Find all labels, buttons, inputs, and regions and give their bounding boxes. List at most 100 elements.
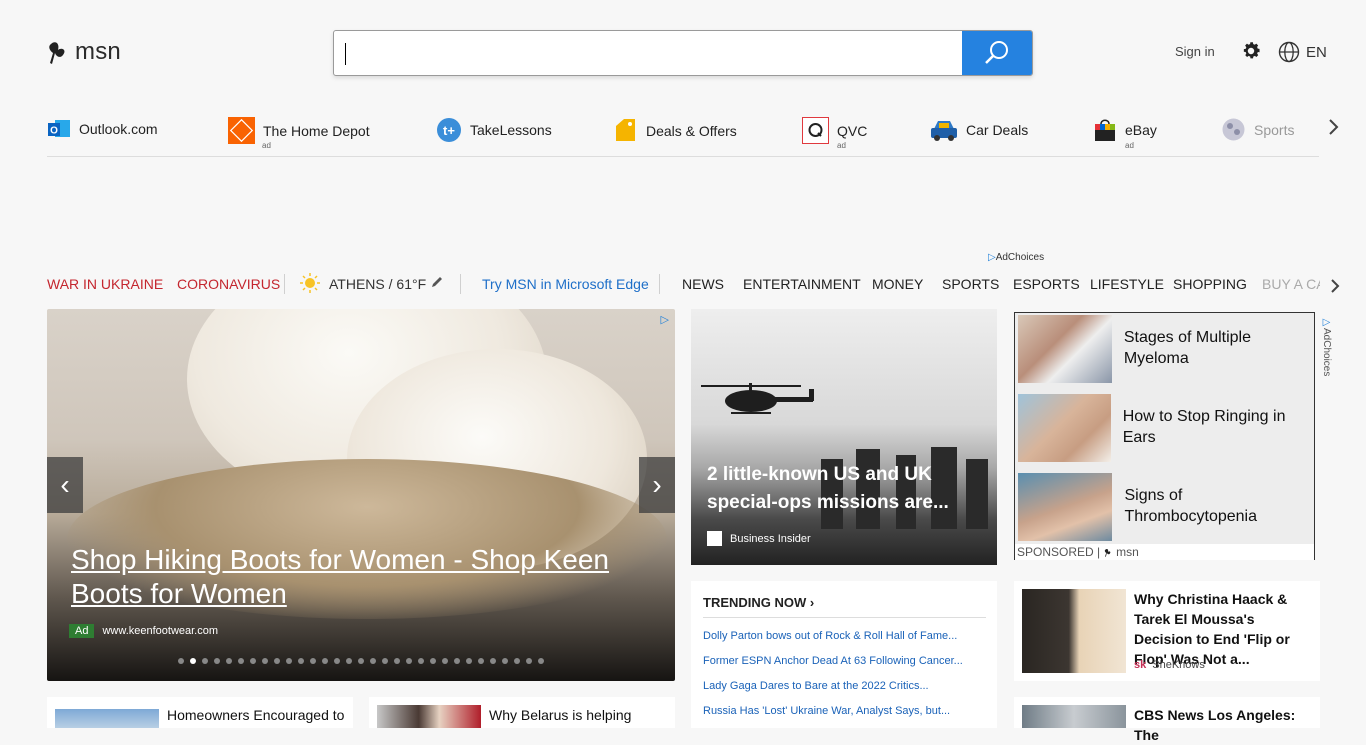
carousel-dot[interactable] [442,658,448,664]
soccer-ball-icon [1222,118,1245,141]
carousel-dot[interactable] [538,658,544,664]
carousel-dot[interactable] [394,658,400,664]
try-edge-link[interactable]: Try MSN in Microsoft Edge [482,276,649,292]
globe-icon [1278,41,1300,63]
nav-war-in-ukraine[interactable]: WAR IN UKRAINE [47,276,163,292]
story-card-homeowners[interactable]: Homeowners Encouraged to [47,697,353,728]
sign-in-link[interactable]: Sign in [1175,44,1215,59]
sponsored-brand: msn [1116,545,1139,559]
story-card-cbs-news[interactable]: CBS News Los Angeles: The [1014,697,1320,743]
hero-source-url: www.keenfootwear.com [102,625,219,637]
search-box[interactable] [333,30,1033,76]
carousel-dot[interactable] [202,658,208,664]
adchoices-vertical[interactable]: ▷AdChoices [1318,317,1332,379]
weather-location[interactable]: ATHENS / 61°F [329,276,426,292]
business-insider-logo [707,531,722,546]
nav-lifestyle[interactable]: LIFESTYLE [1090,276,1164,292]
nav-sports[interactable]: SPORTS [942,276,999,292]
story-card-flip-or-flop[interactable]: Why Christina Haack & Tarek El Moussa's … [1014,581,1320,681]
story-image [1022,705,1126,728]
story-title[interactable]: CBS News Los Angeles: The [1134,705,1316,745]
nav-buy-a-car[interactable]: BUY A CA [1262,276,1320,292]
quicklink-outlook[interactable]: O Outlook.com [47,117,158,141]
msn-logo[interactable]: msn [47,38,121,66]
nav-shopping[interactable]: SHOPPING [1173,276,1247,292]
hero-title[interactable]: Shop Hiking Boots for Women - Shop Keen … [71,543,631,611]
story-card-belarus[interactable]: Why Belarus is helping [369,697,675,728]
carousel-dot[interactable] [238,658,244,664]
carousel-dot[interactable] [310,658,316,664]
nav-money[interactable]: MONEY [872,276,923,292]
search-icon [985,41,1008,64]
sponsored-item[interactable]: Signs of Thrombocytopenia [1018,473,1312,544]
sponsored-item[interactable]: Stages of Multiple Myeloma [1018,315,1312,386]
carousel-dot[interactable] [334,658,340,664]
logo-text: msn [75,38,121,65]
carousel-dot[interactable] [370,658,376,664]
carousel-dot[interactable] [478,658,484,664]
carousel-dot[interactable] [190,658,196,664]
carousel-dot[interactable] [490,658,496,664]
nav-coronavirus[interactable]: CORONAVIRUS [177,276,280,292]
carousel-dot[interactable] [274,658,280,664]
quicklink-label: Outlook.com [79,121,158,137]
story-title[interactable]: 2 little-known US and UK special-ops mis… [707,461,987,517]
trending-item[interactable]: Former ESPN Anchor Dead At 63 Following … [703,655,983,667]
carousel-next-button[interactable]: › [639,457,675,513]
language-selector[interactable]: EN [1278,41,1327,63]
carousel-dot[interactable] [262,658,268,664]
carousel-dot[interactable] [406,658,412,664]
trending-heading-text: TRENDING NOW [703,595,807,610]
carousel-dot[interactable] [346,658,352,664]
outlook-icon: O [48,120,70,137]
chevron-right-icon [1331,279,1340,293]
adchoices-link[interactable]: ▷AdChoices [988,252,1044,263]
carousel-dot[interactable] [454,658,460,664]
hero-carousel[interactable]: ▷ ‹ › Shop Hiking Boots for Women - Shop… [47,309,675,681]
trending-item[interactable]: Lady Gaga Dares to Bare at the 2022 Crit… [703,680,983,692]
trending-item[interactable]: Russia Has 'Lost' Ukraine War, Analyst S… [703,705,983,717]
quicklink-sports[interactable]: Sports [1221,117,1294,142]
story-card-special-ops[interactable]: 2 little-known US and UK special-ops mis… [691,309,997,565]
carousel-dot[interactable] [214,658,220,664]
carousel-dot[interactable] [358,658,364,664]
carousel-dot[interactable] [322,658,328,664]
carousel-dot[interactable] [382,658,388,664]
quicklink-home-depot[interactable]: The Home Depot ad [228,117,370,150]
search-input[interactable] [334,31,962,75]
carousel-dot[interactable] [250,658,256,664]
nav-next-button[interactable] [1330,278,1340,299]
nav-entertainment[interactable]: ENTERTAINMENT [743,276,861,292]
carousel-dot[interactable] [298,658,304,664]
carousel-dots[interactable] [178,658,544,664]
carousel-dot[interactable] [286,658,292,664]
carousel-dot[interactable] [430,658,436,664]
quicklink-takelessons[interactable]: t+ TakeLessons [436,117,552,143]
search-button[interactable] [962,31,1032,75]
butterfly-icon [49,42,65,64]
carousel-dot[interactable] [514,658,520,664]
carousel-dot[interactable] [418,658,424,664]
trending-item[interactable]: Dolly Parton bows out of Rock & Roll Hal… [703,630,983,642]
quicklink-qvc[interactable]: QVC ad [802,117,867,150]
sponsored-item[interactable]: How to Stop Ringing in Ears [1018,394,1312,465]
nav-news[interactable]: NEWS [682,276,724,292]
carousel-dot[interactable] [178,658,184,664]
nav-esports[interactable]: ESPORTS [1013,276,1080,292]
quicklink-deals[interactable]: Deals & Offers [611,117,737,144]
story-title[interactable]: Why Belarus is helping [489,705,671,725]
settings-button[interactable] [1240,40,1262,67]
trending-heading[interactable]: TRENDING NOW › [703,595,814,610]
adchoices-icon[interactable]: ▷ [661,313,669,326]
carousel-dot[interactable] [526,658,532,664]
quicklink-car-deals[interactable]: Car Deals [930,117,1028,143]
carousel-prev-button[interactable]: ‹ [47,457,83,513]
story-title[interactable]: Why Christina Haack & Tarek El Moussa's … [1134,589,1316,669]
carousel-dot[interactable] [502,658,508,664]
pencil-icon[interactable] [430,275,444,292]
quicklink-ebay[interactable]: eBay ad [1093,117,1157,150]
carousel-dot[interactable] [466,658,472,664]
carousel-dot[interactable] [226,658,232,664]
quicklinks-next-button[interactable] [1328,118,1340,142]
story-title[interactable]: Homeowners Encouraged to [167,705,349,725]
